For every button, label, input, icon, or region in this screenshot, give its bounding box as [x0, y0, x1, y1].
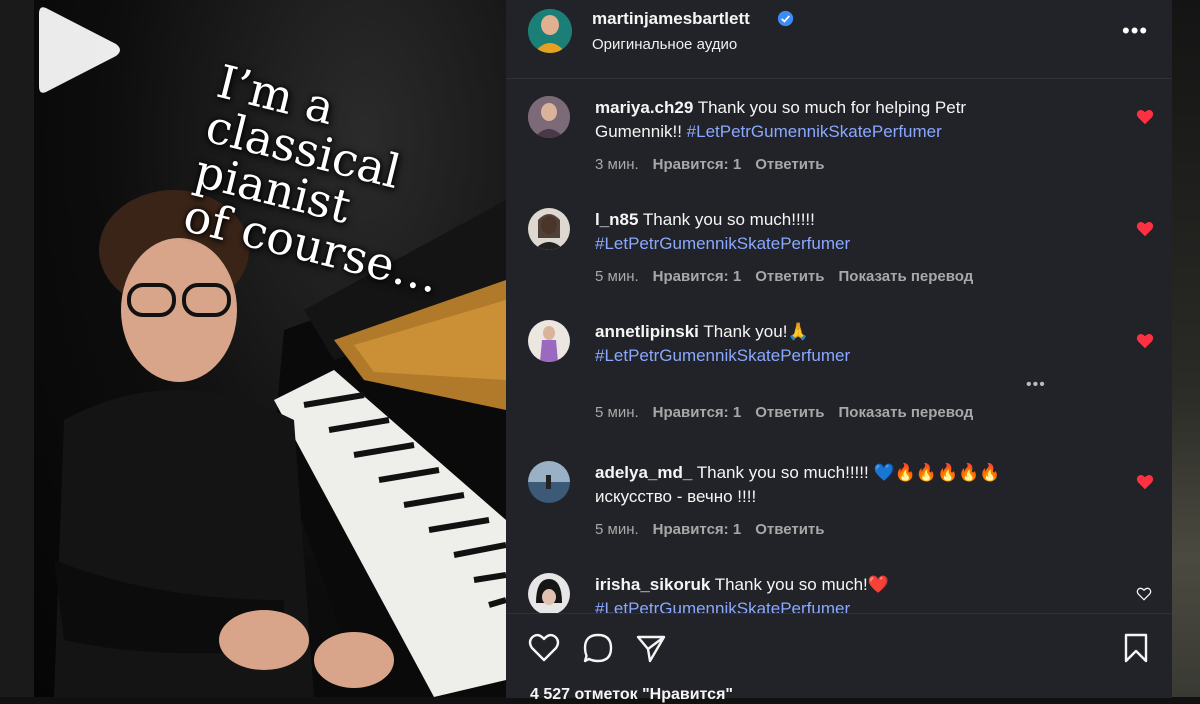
- show-translation-button[interactable]: Показать перевод: [839, 404, 974, 421]
- comment-avatar-image: [528, 96, 570, 138]
- heart-filled-icon[interactable]: [1136, 221, 1154, 237]
- comment-likes[interactable]: Нравится: 1: [653, 521, 742, 538]
- comment-avatar-image: [528, 320, 570, 362]
- comment-body: Thank you!🙏: [698, 322, 809, 341]
- comment-username[interactable]: mariya.ch29: [595, 98, 693, 117]
- author-avatar[interactable]: [528, 9, 572, 53]
- background-right: [1170, 0, 1200, 697]
- comment-text: irisha_sikoruk Thank you so much!❤️ #Let…: [595, 573, 1035, 613]
- comment-text: adelya_md_ Thank you so much!!!!! 💙🔥🔥🔥🔥🔥…: [595, 461, 1035, 509]
- heart-outline-icon[interactable]: [1136, 587, 1152, 601]
- comment-more-options-icon[interactable]: •••: [1026, 376, 1046, 394]
- comment-list[interactable]: mariya.ch29 Thank you so much for helpin…: [506, 79, 1172, 613]
- share-icon[interactable]: [635, 632, 667, 664]
- comment-hashtag[interactable]: #LetPetrGumennikSkatePerfumer: [595, 599, 850, 613]
- comment-body: Thank you so much!❤️: [710, 575, 889, 594]
- reply-button[interactable]: Ответить: [755, 521, 824, 538]
- comment-time[interactable]: 5 мин.: [595, 268, 639, 285]
- comment-meta: 3 мин. Нравится: 1 Ответить: [595, 156, 839, 173]
- comment-username[interactable]: irisha_sikoruk: [595, 575, 710, 594]
- reply-button[interactable]: Ответить: [755, 404, 824, 421]
- comment-text: l_n85 Thank you so much!!!!! #LetPetrGum…: [595, 208, 1035, 256]
- show-translation-button[interactable]: Показать перевод: [839, 268, 974, 285]
- reply-button[interactable]: Ответить: [755, 268, 824, 285]
- comment-meta: 5 мин. Нравится: 1 Ответить Показать перево…: [595, 404, 987, 421]
- comment-likes[interactable]: Нравится: 1: [653, 404, 742, 421]
- comment-avatar-image: [528, 573, 570, 613]
- comment-avatar[interactable]: [528, 208, 570, 250]
- comment-meta: 5 мин. Нравится: 1 Ответить Показать перево…: [595, 268, 987, 285]
- like-heart-icon[interactable]: [528, 632, 560, 664]
- post-actions-bar: 4 527 отметок "Нравится": [506, 613, 1172, 703]
- reply-button[interactable]: Ответить: [755, 156, 824, 173]
- comment-avatar-image: [528, 208, 570, 250]
- comment-avatar-image: [528, 461, 570, 503]
- comment-likes[interactable]: Нравится: 1: [653, 268, 742, 285]
- comment-hashtag[interactable]: #LetPetrGumennikSkatePerfumer: [595, 234, 850, 253]
- likes-count[interactable]: 4 527 отметок "Нравится": [530, 686, 733, 704]
- post-header: martinjamesbartlett Оригинальное аудио •…: [506, 0, 1172, 79]
- comment-username[interactable]: l_n85: [595, 210, 638, 229]
- comment-avatar[interactable]: [528, 573, 570, 613]
- comment-meta: 5 мин. Нравится: 1 Ответить: [595, 521, 839, 538]
- comment-body: Thank you so much!!!!!: [638, 210, 815, 229]
- comment-time[interactable]: 5 мин.: [595, 521, 639, 538]
- author-username[interactable]: martinjamesbartlett: [592, 9, 750, 29]
- comment-hashtag[interactable]: #LetPetrGumennikSkatePerfumer: [687, 122, 942, 141]
- bookmark-icon[interactable]: [1120, 632, 1152, 664]
- comment-icon[interactable]: [582, 632, 614, 664]
- post-panel: martinjamesbartlett Оригинальное аудио •…: [506, 0, 1172, 703]
- comment-username[interactable]: annetlipinski: [595, 322, 699, 341]
- heart-filled-icon[interactable]: [1136, 474, 1154, 490]
- heart-filled-icon[interactable]: [1136, 333, 1154, 349]
- comment-time[interactable]: 3 мин.: [595, 156, 639, 173]
- audio-label[interactable]: Оригинальное аудио: [592, 36, 737, 53]
- comment-hashtag[interactable]: #LetPetrGumennikSkatePerfumer: [595, 346, 850, 365]
- more-options-icon[interactable]: •••: [1122, 18, 1148, 44]
- comment-text: mariya.ch29 Thank you so much for helpin…: [595, 96, 1035, 144]
- comment-likes[interactable]: Нравится: 1: [653, 156, 742, 173]
- heart-filled-icon[interactable]: [1136, 109, 1154, 125]
- comment-time[interactable]: 5 мин.: [595, 404, 639, 421]
- comment-avatar[interactable]: [528, 461, 570, 503]
- play-icon[interactable]: [34, 0, 124, 100]
- comment-avatar[interactable]: [528, 320, 570, 362]
- reel-video[interactable]: I’m a classical pianist of course…: [34, 0, 506, 697]
- comment-username[interactable]: adelya_md_: [595, 463, 692, 482]
- verified-badge-icon: [777, 10, 794, 27]
- comment-avatar[interactable]: [528, 96, 570, 138]
- comment-text: annetlipinski Thank you!🙏 #LetPetrGumenn…: [595, 320, 1035, 368]
- author-avatar-image: [528, 9, 572, 53]
